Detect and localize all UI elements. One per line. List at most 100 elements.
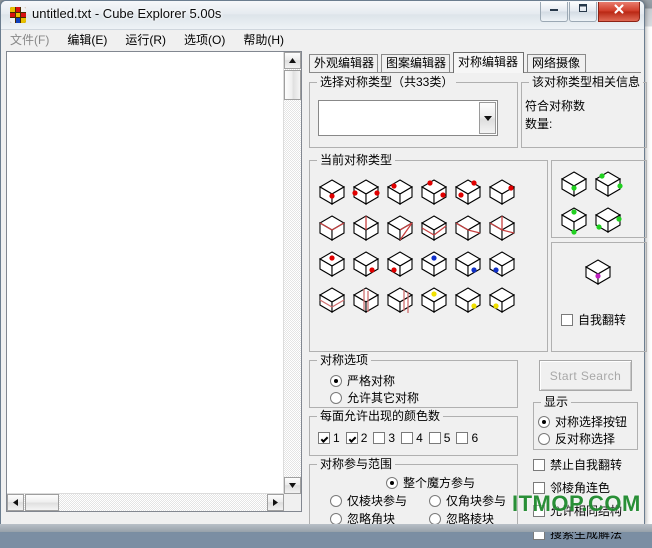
color-count-checkbox-1[interactable]	[318, 432, 330, 444]
menu-help[interactable]: 帮助(H)	[243, 30, 293, 50]
radio-anti-symmetry-select[interactable]: 反对称选择	[538, 430, 615, 447]
symmetry-button-2-0[interactable]	[315, 246, 349, 282]
symmetry-button-0-2[interactable]	[383, 174, 417, 210]
extra-option-label-0: 禁止自我翻转	[550, 458, 623, 472]
scroll-down-button[interactable]	[284, 477, 301, 494]
symmetry-button-3-2[interactable]	[383, 282, 417, 318]
side-symmetry-button-3[interactable]	[591, 202, 625, 238]
symmetry-button-2-5[interactable]	[485, 246, 519, 282]
participation-range-group: 对称参与范围 整个魔方参与 仅棱块参与 仅角块参与 忽略角块 忽略棱块	[309, 457, 518, 528]
extra-option-2[interactable]: 允许相同结构	[533, 502, 643, 519]
color-count-item-6[interactable]: 6	[456, 431, 478, 445]
extra-option-label-1: 邻棱角连色	[550, 481, 611, 495]
radio-whole-cube[interactable]: 整个魔方参与	[386, 474, 475, 491]
rubiks-cube-icon	[10, 7, 26, 23]
symmetry-button-0-1[interactable]	[349, 174, 383, 210]
text-editor-input[interactable]	[9, 54, 283, 493]
symmetry-button-1-5[interactable]	[485, 210, 519, 246]
symmetry-button-2-1[interactable]	[349, 246, 383, 282]
radio-strict-symmetry-label: 严格对称	[347, 374, 396, 388]
cube-icon	[453, 285, 483, 315]
color-count-checkbox-4[interactable]	[401, 432, 414, 444]
side-symmetry-button-1[interactable]	[591, 166, 625, 202]
self-flip-label: 自我翻转	[578, 313, 627, 327]
symmetry-button-0-4[interactable]	[451, 174, 485, 210]
color-count-item-2[interactable]: 2	[345, 431, 367, 445]
color-count-checkbox-3[interactable]	[373, 432, 386, 444]
extra-option-0[interactable]: 禁止自我翻转	[533, 456, 643, 473]
symmetry-button-0-3[interactable]	[417, 174, 451, 210]
close-button[interactable]	[598, 2, 640, 22]
cube-icon	[593, 169, 623, 199]
symmetry-type-combobox[interactable]	[318, 100, 498, 136]
radio-allow-other-symmetry-dot[interactable]	[330, 391, 342, 404]
participation-range-label: 对称参与范围	[317, 457, 396, 471]
self-flip-checkbox[interactable]	[561, 313, 573, 326]
radio-edges-only[interactable]: 仅棱块参与	[330, 492, 407, 509]
minimize-button[interactable]	[540, 2, 568, 22]
cube-icon	[487, 285, 517, 315]
side-symmetry-button-2[interactable]	[557, 202, 591, 238]
vertical-scrollbar[interactable]	[283, 52, 301, 494]
symmetry-button-3-4[interactable]	[451, 282, 485, 318]
symmetry-button-1-0[interactable]	[315, 210, 349, 246]
color-count-checkbox-6[interactable]	[456, 432, 469, 444]
tab-appearance-editor[interactable]: 外观编辑器	[309, 54, 378, 72]
scroll-up-button[interactable]	[284, 52, 301, 69]
color-count-checkbox-2[interactable]	[345, 432, 358, 444]
scroll-right-button[interactable]	[267, 494, 284, 511]
radio-strict-symmetry-dot[interactable]	[330, 374, 342, 387]
extra-option-1[interactable]: 邻棱角连色	[533, 479, 643, 496]
radio-ignore-edges-dot[interactable]	[429, 512, 441, 525]
menu-edit[interactable]: 编辑(E)	[67, 30, 116, 50]
radio-corners-only[interactable]: 仅角块参与	[429, 492, 506, 509]
self-flip-cube-button[interactable]	[583, 257, 613, 291]
chevron-down-icon[interactable]	[479, 102, 496, 134]
radio-symmetry-select-button-dot[interactable]	[538, 415, 550, 428]
symmetry-button-3-3[interactable]	[417, 282, 451, 318]
extra-option-checkbox-1[interactable]	[533, 481, 545, 494]
radio-allow-other-symmetry[interactable]: 允许其它对称	[330, 389, 419, 406]
extra-option-checkbox-2[interactable]	[533, 504, 545, 517]
symmetry-button-1-2[interactable]	[383, 210, 417, 246]
radio-whole-cube-dot[interactable]	[386, 476, 398, 489]
horizontal-scrollbar[interactable]	[7, 493, 284, 511]
start-search-button[interactable]: Start Search	[539, 360, 632, 391]
tab-symmetry-editor[interactable]: 对称编辑器	[453, 52, 524, 73]
tab-webcam[interactable]: 网络摄像	[527, 54, 586, 72]
symmetry-button-0-0[interactable]	[315, 174, 349, 210]
radio-strict-symmetry[interactable]: 严格对称	[330, 372, 395, 389]
symmetry-button-3-5[interactable]	[485, 282, 519, 318]
symmetry-button-1-3[interactable]	[417, 210, 451, 246]
symmetry-button-3-0[interactable]	[315, 282, 349, 318]
symmetry-button-1-4[interactable]	[451, 210, 485, 246]
menu-file[interactable]: 文件(F)	[10, 30, 58, 50]
color-count-checkbox-5[interactable]	[428, 432, 441, 444]
radio-symmetry-select-button[interactable]: 对称选择按钮	[538, 413, 627, 430]
radio-edges-only-dot[interactable]	[330, 494, 342, 507]
symmetry-button-2-4[interactable]	[451, 246, 485, 282]
symmetry-button-0-5[interactable]	[485, 174, 519, 210]
extra-option-checkbox-0[interactable]	[533, 458, 545, 471]
horizontal-scroll-thumb[interactable]	[25, 494, 59, 511]
cube-icon	[385, 249, 415, 279]
symmetry-button-3-1[interactable]	[349, 282, 383, 318]
symmetry-button-1-1[interactable]	[349, 210, 383, 246]
color-count-item-1[interactable]: 1	[318, 431, 340, 445]
menu-run[interactable]: 运行(R)	[125, 30, 175, 50]
radio-ignore-corners-dot[interactable]	[330, 512, 342, 525]
color-count-item-3[interactable]: 3	[373, 431, 395, 445]
radio-anti-symmetry-select-dot[interactable]	[538, 432, 550, 445]
menu-options[interactable]: 选项(O)	[184, 30, 234, 50]
maximize-button[interactable]	[569, 2, 597, 22]
self-flip-checkbox-row[interactable]: 自我翻转	[561, 311, 626, 328]
tab-pattern-editor[interactable]: 图案编辑器	[381, 54, 450, 72]
symmetry-button-2-3[interactable]	[417, 246, 451, 282]
side-symmetry-button-0[interactable]	[557, 166, 591, 202]
scroll-left-button[interactable]	[7, 494, 24, 511]
radio-corners-only-dot[interactable]	[429, 494, 441, 507]
color-count-item-4[interactable]: 4	[401, 431, 423, 445]
vertical-scroll-thumb[interactable]	[284, 70, 301, 100]
color-count-item-5[interactable]: 5	[428, 431, 450, 445]
symmetry-button-2-2[interactable]	[383, 246, 417, 282]
